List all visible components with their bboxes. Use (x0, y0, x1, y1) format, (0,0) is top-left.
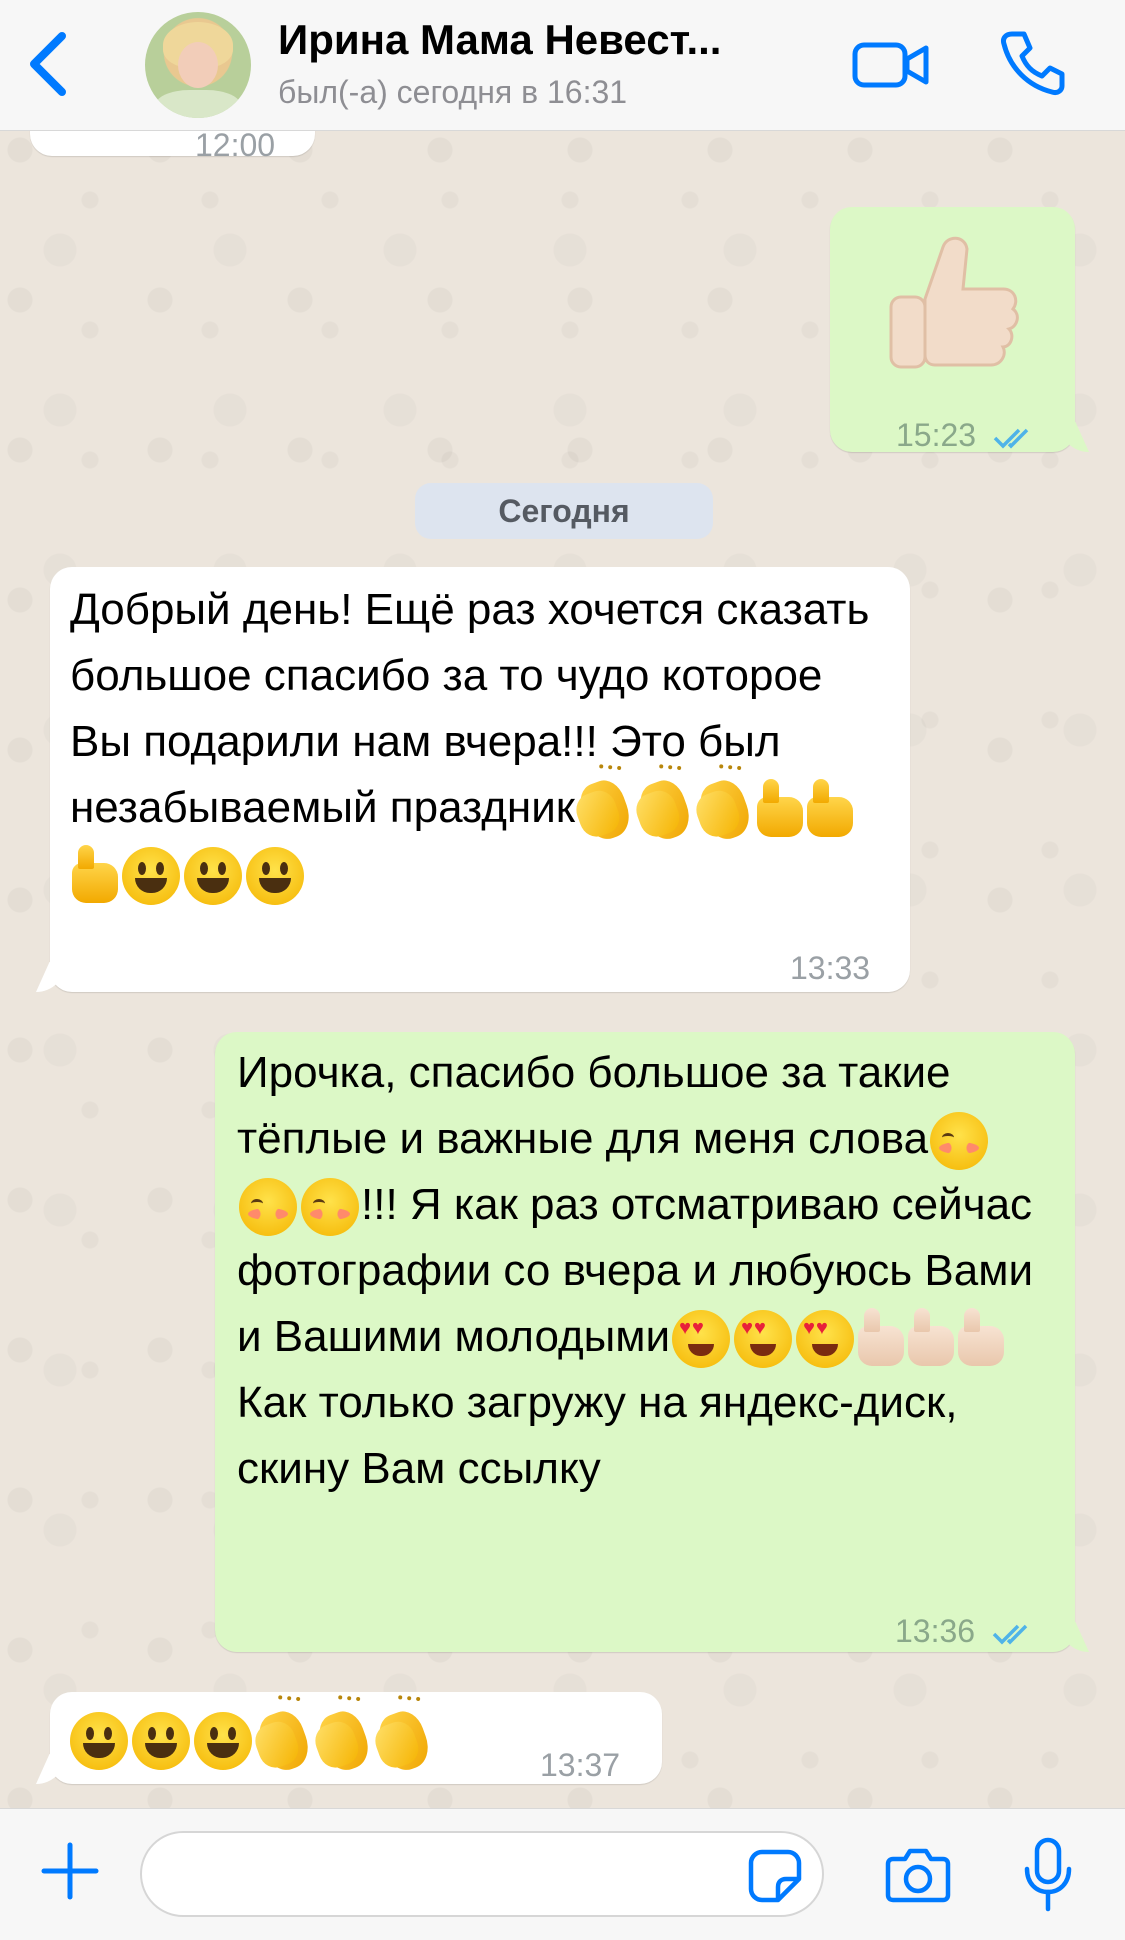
message-input-bar (0, 1808, 1125, 1940)
thumbs-up-emoji (958, 1308, 1005, 1367)
emoji-row (68, 1706, 435, 1777)
thumbs-up-emoji (858, 1308, 905, 1367)
message-text: Как только загружу на яндекс-диск, скину… (237, 1378, 970, 1493)
phone-icon (1001, 31, 1065, 95)
microphone-button[interactable] (1022, 1837, 1074, 1913)
camera-button[interactable] (885, 1847, 951, 1903)
attach-button[interactable] (40, 1841, 100, 1901)
smiley-emoji (122, 847, 180, 906)
clapping-hands-emoji (253, 1706, 315, 1777)
thumbs-up-emoji (757, 779, 804, 838)
clapping-hands-emoji (634, 775, 696, 846)
smiley-emoji (246, 847, 304, 906)
message-body: Ирочка, спасибо большое за такие тёплые … (237, 1040, 1037, 1502)
message-time: 12:00 (195, 130, 276, 163)
thumbs-up-emoji (889, 236, 1019, 369)
video-call-button[interactable] (852, 40, 930, 90)
message-time-value: 15:23 (896, 417, 977, 453)
video-camera-icon (852, 42, 929, 88)
contact-name[interactable]: Ирина Мама Невест... (278, 16, 818, 64)
sticker-icon (748, 1849, 802, 1903)
clapping-hands-emoji (694, 775, 756, 846)
message-incoming[interactable]: 13:37 (50, 1692, 662, 1784)
message-text: Да (65, 130, 119, 138)
heart-eyes-emoji (734, 1310, 793, 1369)
avatar[interactable] (145, 12, 251, 118)
message-time: 13:37 (540, 1747, 621, 1783)
message-text: Ирочка, спасибо большое за такие тёплые … (237, 1048, 963, 1163)
clapping-hands-emoji (574, 775, 636, 846)
thumbs-up-emoji (908, 1308, 955, 1367)
camera-icon (885, 1848, 951, 1903)
voice-call-button[interactable] (998, 28, 1068, 98)
smiling-blush-emoji (930, 1112, 989, 1171)
double-check-icon (992, 1624, 1028, 1645)
smiley-emoji (132, 1712, 190, 1771)
chat-area[interactable]: Да 12:00 15:23 Сегодня Добрый день! Ещё … (0, 130, 1125, 1808)
smiley-emoji (70, 1712, 128, 1771)
message-time-value: 13:36 (895, 1613, 976, 1649)
chevron-left-icon (30, 32, 66, 96)
message-incoming[interactable]: Да 12:00 (30, 130, 315, 163)
plus-icon (41, 1842, 99, 1900)
clapping-hands-emoji (313, 1706, 375, 1777)
message-time: 13:33 (790, 950, 871, 986)
thumbs-up-emoji (72, 845, 118, 904)
heart-eyes-emoji (672, 1310, 731, 1369)
message-outgoing-sticker[interactable]: 15:23 (830, 207, 1075, 453)
message-body: Добрый день! Ещё раз хочется сказать бол… (70, 577, 880, 907)
message-time: 15:23 (896, 402, 1037, 468)
smiley-emoji (184, 847, 242, 906)
thumbs-up-emoji (807, 779, 854, 838)
message-incoming[interactable]: Добрый день! Ещё раз хочется сказать бол… (50, 567, 910, 992)
contact-status: был(-а) сегодня в 16:31 (278, 74, 628, 110)
sticker-button[interactable] (748, 1849, 802, 1903)
smiling-blush-emoji (301, 1178, 359, 1237)
date-separator: Сегодня (415, 483, 713, 539)
message-input[interactable] (140, 1831, 824, 1917)
smiley-emoji (194, 1712, 252, 1771)
clapping-hands-emoji (373, 1706, 435, 1777)
microphone-icon (1024, 1837, 1072, 1912)
double-check-icon (993, 428, 1029, 449)
message-outgoing[interactable]: Ирочка, спасибо большое за такие тёплые … (215, 1032, 1075, 1652)
heart-eyes-emoji (796, 1310, 855, 1369)
message-time: 13:36 (895, 1598, 1036, 1664)
chat-header: Ирина Мама Невест... был(-а) сегодня в 1… (0, 0, 1125, 131)
smiling-blush-emoji (239, 1178, 297, 1237)
back-button[interactable] (20, 28, 80, 98)
